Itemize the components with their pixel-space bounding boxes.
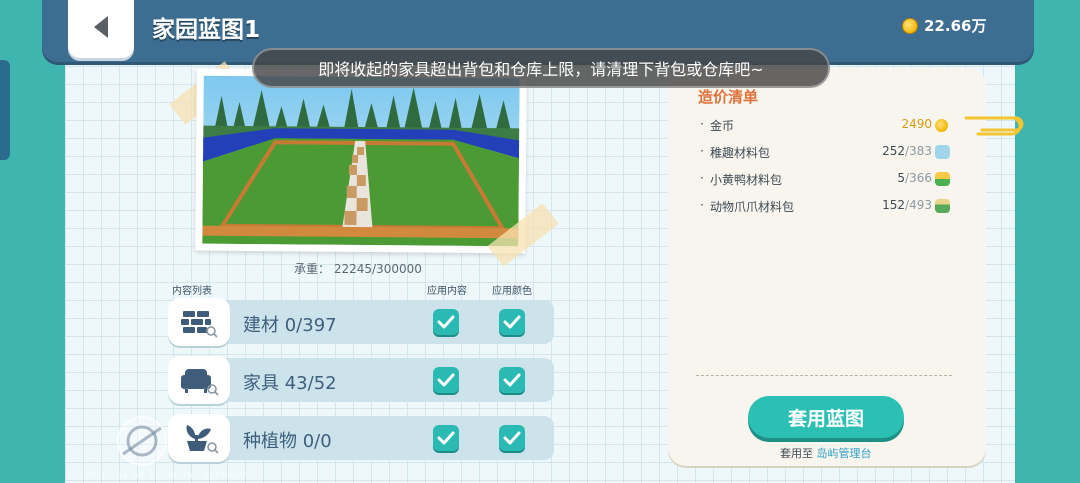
coin-balance: 22.66万 [902, 15, 986, 36]
material-pack-duck-icon [935, 172, 950, 186]
coin-amount: 22.66万 [924, 17, 987, 35]
apply-content-header: 应用内容 [427, 286, 467, 297]
bricks-icon[interactable] [168, 298, 230, 346]
list-item-label: 家具 43/52 [243, 373, 337, 394]
cost-item-name: 稚趣材料包 [710, 146, 771, 160]
side-edge-tab[interactable] [0, 60, 10, 160]
cost-item-value: 2490 [901, 117, 932, 131]
apply-color-checkbox[interactable] [499, 367, 525, 393]
warning-toast: 即将收起的家具超出背包和仓库上限，请清理下背包或仓库吧~ [252, 48, 830, 88]
apply-target-link[interactable]: 岛屿管理台 [817, 447, 872, 460]
sprout-icon[interactable] [168, 414, 230, 462]
list-item-building-materials[interactable]: 建材 0/397 [168, 298, 554, 346]
material-pack-blue-icon [935, 145, 950, 159]
armchair-icon[interactable] [168, 356, 230, 404]
list-item-plants[interactable]: 种植物 0/0 [168, 414, 554, 462]
apply-color-checkbox[interactable] [499, 309, 525, 335]
globe-icon[interactable] [115, 414, 169, 472]
material-pack-paw-icon [935, 199, 950, 213]
list-item-label: 种植物 0/0 [243, 431, 332, 452]
cost-item-material-pack: · 稚趣材料包 252/383 [700, 144, 950, 164]
apply-content-checkbox[interactable] [433, 367, 459, 393]
apply-content-checkbox[interactable] [433, 425, 459, 451]
apply-color-header: 应用颜色 [492, 286, 532, 297]
cost-item-paw-pack: · 动物爪爪材料包 152/493 [700, 198, 950, 218]
cost-list-title: 造价清单 [698, 88, 759, 106]
back-arrow-icon [90, 14, 112, 44]
cost-item-name: 小黄鸭材料包 [710, 173, 783, 187]
coin-icon [902, 17, 918, 34]
coin-icon [935, 119, 948, 132]
list-item-label: 建材 0/397 [243, 315, 337, 336]
debug-overlay-text: F: 30 T: 54.50 F: 30 Ib: 5kr4kwy7 [68, 471, 247, 481]
list-item-furniture[interactable]: 家具 43/52 [168, 356, 554, 404]
page-title: 家园蓝图1 [152, 17, 261, 43]
cost-list-panel: 造价清单 · 金币 2490 · 稚趣材料包 252/383 · 小黄鸭材料包 … [668, 68, 986, 466]
capacity-readout: 承重： 22245/300000 [294, 260, 422, 277]
divider [696, 375, 952, 376]
cost-item-name: 动物爪爪材料包 [710, 200, 795, 214]
back-button[interactable] [68, 0, 134, 58]
capacity-value: 22245/300000 [333, 262, 422, 276]
apply-content-checkbox[interactable] [433, 309, 459, 335]
cost-item-duck-pack: · 小黄鸭材料包 5/366 [700, 171, 950, 191]
cost-item-value: 152/493 [882, 198, 932, 212]
paper-clip-decoration [962, 112, 1026, 142]
apply-target-note: 套用至 岛屿管理台 [780, 447, 872, 460]
cost-item-value: 252/383 [882, 144, 932, 158]
apply-blueprint-button[interactable]: 套用蓝图 [748, 396, 904, 438]
apply-color-checkbox[interactable] [499, 425, 525, 451]
cost-item-coins: · 金币 2490 [700, 117, 950, 137]
cost-item-name: 金币 [710, 119, 735, 133]
content-list-header: 内容列表 [172, 286, 212, 297]
blueprint-preview-image [195, 68, 527, 254]
cost-item-value: 5/366 [897, 171, 932, 185]
capacity-label: 承重： [294, 262, 331, 276]
